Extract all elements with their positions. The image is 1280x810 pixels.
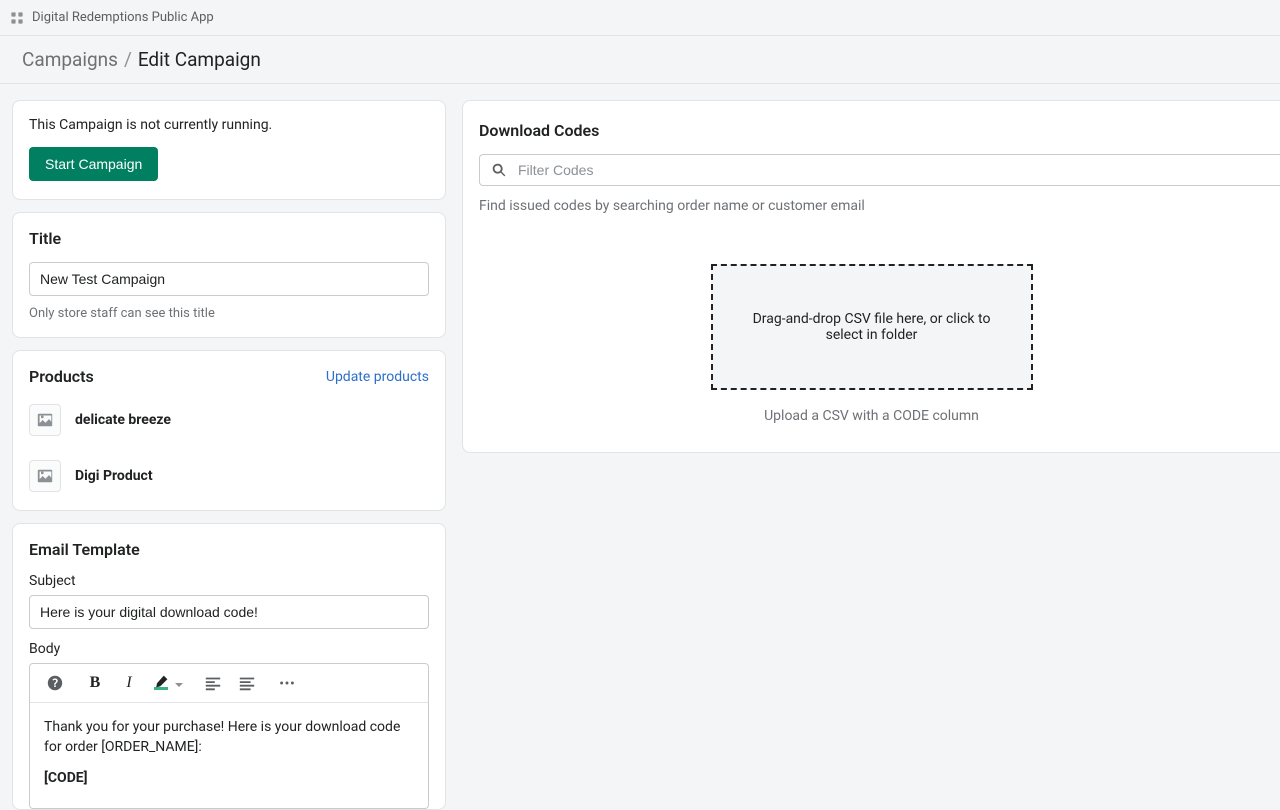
app-name: Digital Redemptions Public App [32,10,214,25]
filter-codes-input[interactable] [518,162,1270,178]
title-card: Title Only store staff can see this titl… [12,212,446,338]
breadcrumb-current: Edit Campaign [138,48,261,71]
title-input[interactable] [29,262,429,296]
status-message: This Campaign is not currently running. [29,117,429,133]
breadcrumb-root[interactable]: Campaigns [22,48,118,71]
product-name: Digi Product [75,468,153,484]
product-row: Digi Product [29,450,429,506]
subject-input[interactable] [29,595,429,629]
highlight-button[interactable] [152,674,170,692]
subject-label: Subject [29,573,429,589]
filter-codes-field[interactable] [479,154,1280,186]
app-icon [10,11,24,25]
body-editor: B I [29,663,429,809]
start-campaign-button[interactable]: Start Campaign [29,147,158,181]
upload-help: Upload a CSV with a CODE column [764,408,979,424]
bold-button[interactable]: B [84,672,106,694]
body-code-token: [CODE] [44,768,414,788]
breadcrumb: Campaigns / Edit Campaign [0,36,1280,84]
image-placeholder-icon [29,460,61,492]
more-icon[interactable] [276,672,298,694]
codes-heading: Download Codes [479,121,1280,140]
product-row: delicate breeze [29,396,429,450]
editor-toolbar: B I [30,664,428,703]
products-heading: Products [29,367,94,386]
dropzone-text: Drag-and-drop CSV file here, or click to… [743,311,1001,343]
download-codes-card: Download Codes Find issued codes by sear… [462,100,1280,453]
title-helper: Only store staff can see this title [29,306,429,321]
topbar: Digital Redemptions Public App [0,0,1280,36]
help-icon[interactable] [44,672,66,694]
search-icon [490,161,508,179]
filter-help: Find issued codes by searching order nam… [479,198,1280,214]
title-heading: Title [29,229,429,248]
product-name: delicate breeze [75,412,171,428]
body-label: Body [29,641,429,657]
status-card: This Campaign is not currently running. … [12,100,446,200]
breadcrumb-separator: / [124,48,132,71]
update-products-link[interactable]: Update products [326,369,429,385]
products-card: Products Update products delicate breeze… [12,350,446,511]
csv-dropzone[interactable]: Drag-and-drop CSV file here, or click to… [711,264,1033,390]
body-line: Thank you for your purchase! Here is you… [44,717,414,758]
align-justify-button[interactable] [236,672,258,694]
image-placeholder-icon [29,404,61,436]
email-heading: Email Template [29,540,429,559]
align-left-button[interactable] [202,672,224,694]
body-content[interactable]: Thank you for your purchase! Here is you… [30,703,428,808]
italic-button[interactable]: I [118,672,140,694]
email-template-card: Email Template Subject Body B I [12,523,446,810]
chevron-down-icon[interactable] [174,678,184,688]
